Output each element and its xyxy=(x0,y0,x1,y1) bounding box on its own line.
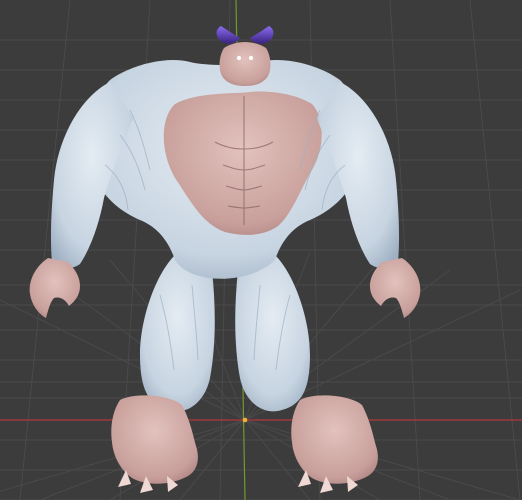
origin-dot xyxy=(242,417,248,423)
head xyxy=(219,42,271,86)
character-model[interactable] xyxy=(29,26,421,493)
3d-viewport[interactable] xyxy=(0,0,522,500)
horns xyxy=(216,26,274,44)
viewport-canvas[interactable] xyxy=(0,0,522,500)
